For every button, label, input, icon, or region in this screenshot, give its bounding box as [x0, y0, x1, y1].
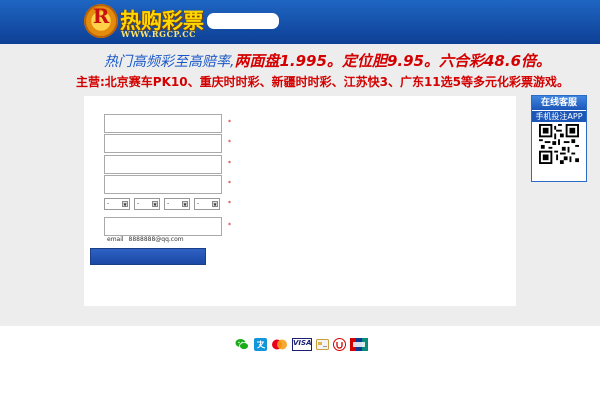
- banner-odds-sep-0: 。: [326, 52, 342, 70]
- alipay-icon: [254, 338, 267, 351]
- dropdown-arrow-icon: ▼: [212, 201, 218, 207]
- qr-code-icon: [539, 124, 579, 164]
- email-example-note: email 8888888@qq.com: [107, 236, 189, 243]
- form-input-3[interactable]: [104, 175, 222, 194]
- email-note-value: 8888888@qq.com: [128, 236, 184, 243]
- banner-odds-suffix-2: 倍: [521, 52, 537, 70]
- form-hint-date: *: [228, 200, 231, 207]
- date-selects: - ▼ - ▼ - ▼ - ▼: [104, 198, 224, 210]
- promo-banner: 热门高频彩至高赔率,两面盘1.995。定位胆9.95。六合彩48.6倍。 主营:…: [0, 44, 600, 94]
- banner-odds-value-0: 1.995: [279, 52, 327, 70]
- form-hint-3: *: [228, 180, 231, 187]
- banner-odds-sep-1: 。: [423, 52, 439, 70]
- logo-letter: R: [92, 4, 110, 28]
- side-service-widget: 在线客服 手机投注APP: [531, 95, 587, 182]
- online-service-button[interactable]: 在线客服: [532, 96, 586, 110]
- dropdown-arrow-icon: ▼: [152, 201, 158, 207]
- wechat-pay-icon: [235, 339, 249, 350]
- site-footer: VISA: [0, 326, 600, 400]
- app-download-link[interactable]: [533, 170, 585, 180]
- form-row-date: - ▼ - ▼ - ▼ - ▼ *: [84, 195, 516, 214]
- dropdown-arrow-icon: ▼: [122, 201, 128, 207]
- banner-odds-label-0: 两面盘: [234, 52, 280, 70]
- banner-odds-value-2: 48.6: [484, 52, 522, 70]
- banner-games-line: 主营:北京赛车PK10、重庆时时彩、新疆时时彩、江苏快3、广东11选5等多元化彩…: [76, 75, 569, 89]
- date-select-2[interactable]: - ▼: [164, 198, 190, 210]
- registration-form: * * * * - ▼ - ▼ - ▼ - ▼ * * email 8888888@qq.…: [84, 96, 516, 306]
- payment-methods: VISA: [235, 338, 370, 352]
- form-row-2: *: [84, 155, 516, 174]
- form-input-1[interactable]: [104, 134, 222, 153]
- visa-icon: VISA: [292, 338, 312, 351]
- date-select-1[interactable]: - ▼: [134, 198, 160, 210]
- email-input[interactable]: [104, 217, 222, 236]
- email-note-label: email: [107, 236, 124, 243]
- date-select-0[interactable]: - ▼: [104, 198, 130, 210]
- header-search-box[interactable]: [207, 13, 279, 29]
- mobile-app-label[interactable]: 手机投注APP: [532, 111, 586, 122]
- form-hint-2: *: [228, 160, 231, 167]
- form-row-1: *: [84, 134, 516, 153]
- unionpay-icon: [333, 338, 346, 351]
- date-select-3[interactable]: - ▼: [194, 198, 220, 210]
- date-select-value-0: -: [107, 200, 110, 207]
- date-select-value-1: -: [137, 200, 140, 207]
- site-header: R 热购彩票 WWW.RGCP.CC: [0, 0, 600, 44]
- dropdown-arrow-icon: ▼: [182, 201, 188, 207]
- mastercard-icon: [272, 339, 287, 350]
- form-input-2[interactable]: [104, 155, 222, 174]
- banner-odds-prefix: 热门高频彩至高赔率,: [104, 54, 235, 70]
- bank-card-icon: [316, 339, 329, 350]
- banner-odds-label-2: 六合彩: [438, 52, 484, 70]
- form-row-0: *: [84, 114, 516, 133]
- banner-odds-value-1: 9.95: [386, 52, 424, 70]
- banner-odds-label-1: 定位胆: [341, 52, 387, 70]
- date-select-value-2: -: [167, 200, 170, 207]
- banner-odds-sep-2: 。: [536, 52, 552, 70]
- banner-odds-line: 热门高频彩至高赔率,两面盘1.995。定位胆9.95。六合彩48.6倍。: [104, 50, 551, 71]
- form-input-0[interactable]: [104, 114, 222, 133]
- form-row-email: *: [84, 217, 516, 236]
- date-select-value-3: -: [197, 200, 200, 207]
- form-hint-email: *: [228, 222, 231, 229]
- form-row-3: *: [84, 175, 516, 194]
- form-hint-1: *: [228, 139, 231, 146]
- logo-url: WWW.RGCP.CC: [121, 29, 197, 39]
- credit-card-icon: [350, 338, 368, 351]
- form-hint-0: *: [228, 119, 231, 126]
- submit-button[interactable]: [90, 248, 206, 265]
